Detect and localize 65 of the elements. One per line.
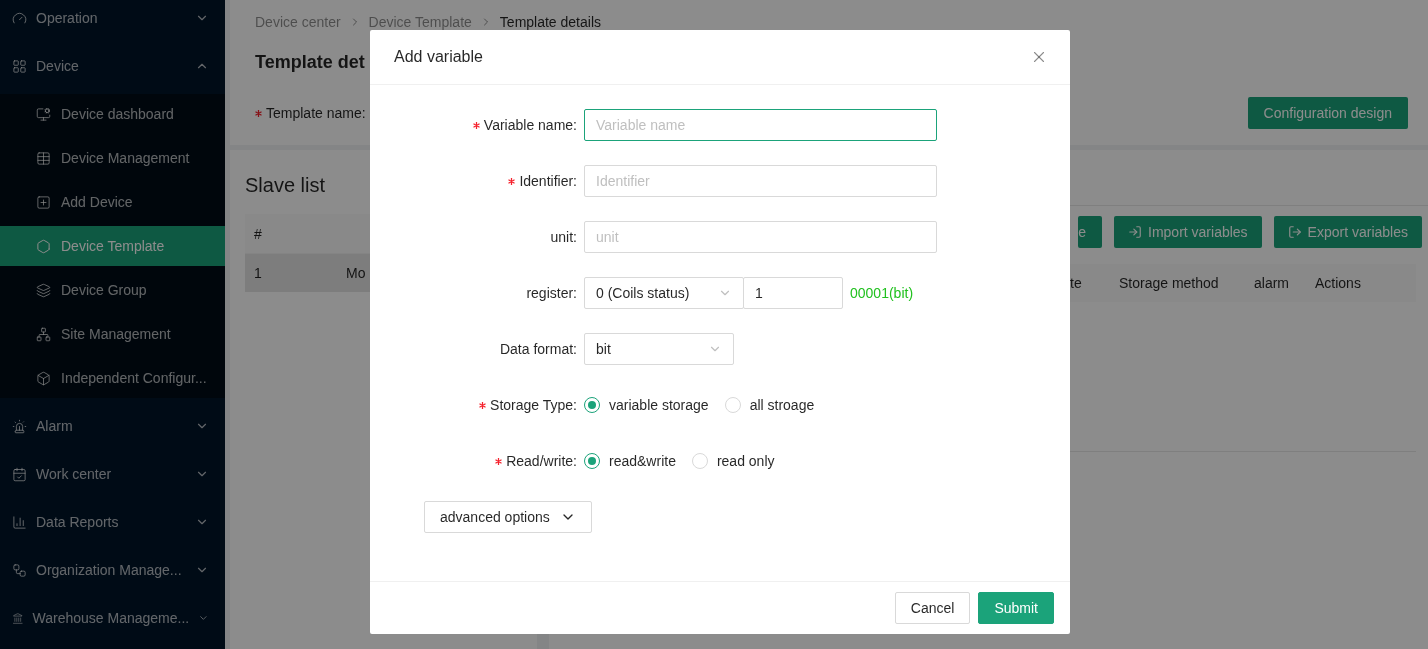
column-header: # (253, 225, 262, 242)
column-header: alarm (1254, 275, 1290, 291)
configuration-button[interactable]: Configuration design (1247, 97, 1408, 129)
submenu-item[interactable]: Device dashboard (0, 94, 225, 134)
export-icon (1287, 225, 1302, 239)
field-label: Identifier: (519, 173, 577, 189)
address-field[interactable]: 1 (743, 277, 843, 309)
siren-icon (12, 418, 27, 434)
submenu-item[interactable]: Device Template (0, 226, 225, 266)
field-label: register: (526, 285, 577, 301)
menu-item[interactable]: Device (0, 42, 225, 90)
landmark-icon (12, 610, 24, 626)
field-label: Storage Type: (490, 397, 577, 413)
submenu-item[interactable]: Site Management (0, 314, 225, 354)
submenu-item[interactable]: Independent Configur... (0, 358, 225, 398)
radio-label: read only (716, 453, 775, 469)
layers-icon (36, 282, 51, 298)
network-icon (36, 326, 51, 342)
toolbar-button[interactable]: Export variables (1273, 216, 1422, 248)
toolbar-button[interactable]: Import variables (1114, 216, 1262, 248)
hexagon-icon (36, 238, 51, 254)
advanced-options-button[interactable]: advanced options (424, 501, 592, 533)
menu-item[interactable]: Warehouse Manageme... (0, 594, 225, 642)
column-header: te (1070, 275, 1083, 291)
menu-item[interactable]: Data Reports (0, 498, 225, 546)
bar-chart-icon (12, 514, 27, 530)
calendar-icon (12, 466, 27, 482)
table-cell-text: 1 (253, 265, 263, 281)
field-label: unit: (550, 229, 577, 245)
format-select[interactable]: bit (584, 333, 734, 365)
menu-item[interactable]: Organization Manage... (0, 546, 225, 594)
gauge-icon (12, 10, 27, 26)
box-icon (36, 370, 51, 386)
field-label: Variable name: (483, 117, 577, 133)
radio-label: read&write (609, 453, 676, 469)
page-title: Template det (255, 51, 365, 74)
workflow-icon (12, 562, 27, 578)
address-hint: 00001(bit) (850, 285, 914, 301)
column-header: Actions (1315, 275, 1362, 291)
cancel-button[interactable]: Cancel (894, 592, 971, 624)
table-icon (36, 150, 51, 166)
import-icon (1128, 225, 1142, 239)
toolbar-button[interactable]: e (1078, 216, 1102, 248)
plus-square-icon (36, 194, 51, 210)
table-cell-text: Mo (345, 265, 366, 281)
text-field[interactable]: Variable name (584, 109, 937, 141)
menu-item[interactable]: Alarm (0, 402, 225, 450)
radio-label: all stroage (749, 397, 815, 413)
column-header: Storage method (1119, 275, 1220, 291)
menu-item[interactable]: Operation (0, 0, 225, 42)
menu-item[interactable]: Work center (0, 450, 225, 498)
field-label: Template name: (266, 105, 366, 121)
submenu-item[interactable]: Device Group (0, 270, 225, 310)
breadcrumb-link[interactable]: Device Template (368, 14, 472, 30)
radio-label: variable storage (609, 397, 709, 413)
breadcrumb-link[interactable]: Device center (255, 14, 341, 30)
breadcrumb-link[interactable]: Template details (499, 14, 601, 30)
field-label: Data format: (499, 341, 577, 357)
submit-button[interactable]: Submit (978, 592, 1054, 624)
dialog-title: Add variable (394, 48, 483, 66)
submenu-item[interactable]: Device Management (0, 138, 225, 178)
monitor-icon (36, 106, 51, 122)
field-label: Read/write: (506, 453, 577, 469)
submenu-item[interactable]: Add Device (0, 182, 225, 222)
grid-icon (12, 58, 27, 74)
